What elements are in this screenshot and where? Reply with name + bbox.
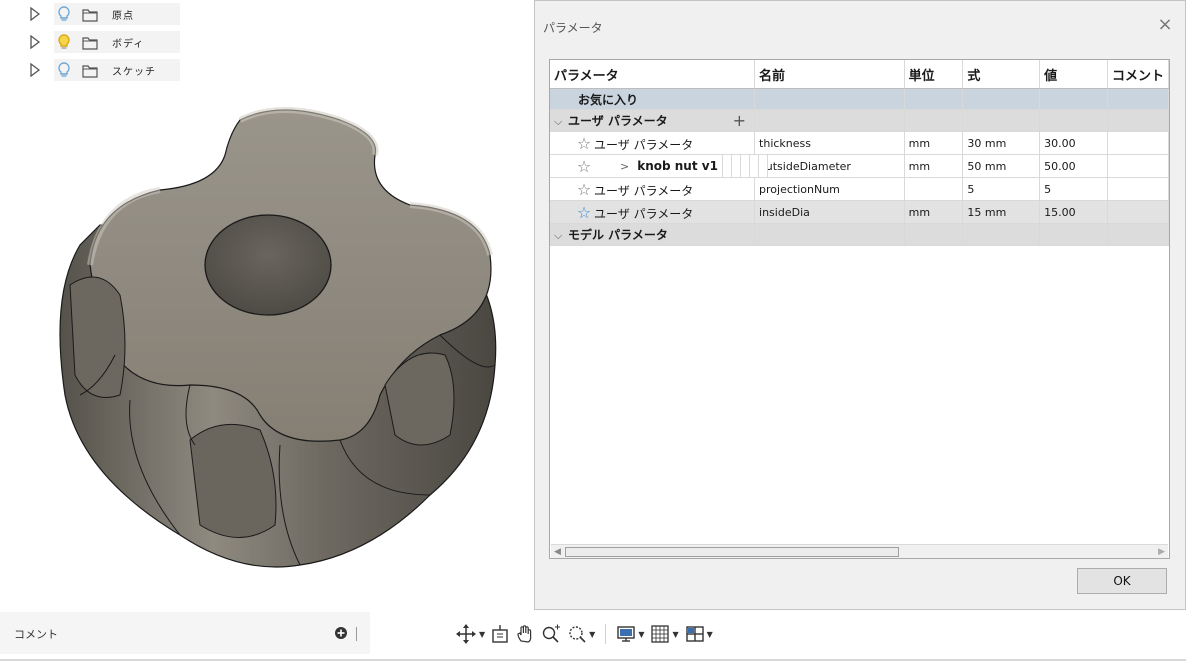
comment-label: コメント <box>14 628 58 641</box>
browser-item-label: ボディ <box>112 38 145 50</box>
model-item-row[interactable]: > knob nut v1 <box>590 155 1060 558</box>
chevron-down-icon[interactable]: ▼ <box>638 630 644 639</box>
orbit-icon <box>456 624 476 644</box>
param-name[interactable]: thickness <box>754 131 905 155</box>
browser-item-sketches[interactable]: スケッチ <box>30 56 180 84</box>
parameters-table: パラメータ 名前 単位 式 値 コメント お気に入り ⌵ユーザ パラメータ+ <box>550 60 1169 246</box>
param-unit[interactable]: mm <box>904 131 964 155</box>
look-at-tool[interactable] <box>491 624 509 644</box>
toolbar-separator <box>605 624 607 644</box>
browser-item-label: 原点 <box>112 10 134 22</box>
fit-tool[interactable]: ▼ <box>567 624 595 644</box>
parameters-dialog: パラメータ × パラメータ 名前 単位 式 値 コメント お気に入り ⌵ ユーザ… <box>534 0 1186 610</box>
navigation-toolbar: ▼ ▼ ▼ ▼ ▼ <box>455 620 713 648</box>
table-row[interactable]: ☆ ユーザ パラメータ thickness mm 30 mm 30.00 <box>550 131 1169 155</box>
chevron-down-icon[interactable]: ▼ <box>707 630 713 639</box>
browser-item-origin[interactable]: 原点 <box>30 0 180 28</box>
add-parameter-icon[interactable]: + <box>733 111 746 130</box>
zoom-window-icon <box>569 626 586 643</box>
orbit-tool[interactable]: ▼ <box>455 624 485 644</box>
param-comment[interactable] <box>1107 200 1169 224</box>
param-type: ユーザ パラメータ <box>594 137 694 152</box>
add-comment-icon[interactable] <box>334 625 348 639</box>
zoom-icon <box>542 624 561 643</box>
horizontal-scrollbar[interactable]: ◀ ▶ <box>551 544 1168 558</box>
collapse-chevron-icon[interactable]: ⌵ <box>554 229 568 243</box>
viewports-tool[interactable]: ▼ <box>685 624 713 644</box>
look-at-icon <box>492 625 508 643</box>
browser-item-label: スケッチ <box>112 66 156 78</box>
display-monitor-icon <box>617 626 636 642</box>
browser-tree: 原点 ボディ スケッチ <box>30 0 180 84</box>
expand-triangle-icon[interactable] <box>30 6 44 22</box>
column-header-parameter[interactable]: パラメータ <box>550 60 756 89</box>
param-value: 30.00 <box>1039 131 1108 155</box>
lightbulb-icon[interactable] <box>56 33 72 51</box>
ok-button[interactable]: OK <box>1077 568 1167 594</box>
close-icon[interactable]: × <box>1155 15 1175 35</box>
chevron-down-icon[interactable]: ▼ <box>672 630 678 639</box>
column-header-unit[interactable]: 単位 <box>904 60 964 89</box>
folder-icon <box>82 7 98 22</box>
bottom-divider <box>0 659 1186 661</box>
expand-triangle-icon[interactable] <box>30 34 44 50</box>
column-header-value[interactable]: 値 <box>1039 60 1108 89</box>
user-parameters-group-row[interactable]: ⌵ ユーザ パラメータ + <box>550 109 1169 132</box>
panel-divider[interactable] <box>356 627 357 641</box>
param-comment[interactable] <box>1107 131 1169 155</box>
lightbulb-icon[interactable] <box>56 61 72 79</box>
collapse-chevron-icon[interactable]: ⌵ <box>554 115 568 129</box>
favorites-label: お気に入り <box>578 92 639 107</box>
folder-icon <box>82 35 98 50</box>
dialog-title: パラメータ <box>543 21 603 35</box>
parameters-grid: パラメータ 名前 単位 式 値 コメント お気に入り ⌵ユーザ パラメータ+ <box>549 59 1170 559</box>
hand-pan-icon <box>517 625 532 643</box>
scrollbar-thumb[interactable] <box>565 547 899 557</box>
viewports-icon <box>685 626 704 642</box>
browser-item-bodies[interactable]: ボディ <box>30 28 180 56</box>
model-item-label: knob nut v1 <box>637 159 718 173</box>
knob-nut-3d-model[interactable] <box>40 95 510 585</box>
expand-chevron-icon[interactable]: > <box>620 160 629 173</box>
expand-triangle-icon[interactable] <box>30 62 44 78</box>
scroll-left-icon[interactable]: ◀ <box>554 547 561 557</box>
chevron-down-icon[interactable]: ▼ <box>589 630 595 639</box>
param-comment[interactable] <box>1107 154 1169 178</box>
param-expression[interactable]: 30 mm <box>962 131 1041 155</box>
param-comment[interactable] <box>1107 177 1169 201</box>
pan-tool[interactable] <box>515 624 535 644</box>
table-header-row: パラメータ 名前 単位 式 値 コメント <box>550 60 1169 89</box>
display-settings-tool[interactable]: ▼ <box>616 624 644 644</box>
chevron-down-icon[interactable]: ▼ <box>479 630 485 639</box>
star-icon[interactable]: ☆ <box>574 134 594 153</box>
user-group-label: ユーザ パラメータ <box>568 113 668 128</box>
column-header-comment[interactable]: コメント <box>1107 60 1169 89</box>
comment-panel: コメント <box>0 612 370 654</box>
lightbulb-icon[interactable] <box>56 5 72 23</box>
grid-settings-tool[interactable]: ▼ <box>650 624 679 644</box>
zoom-tool[interactable] <box>541 624 561 644</box>
favorites-row[interactable]: お気に入り <box>550 88 1169 110</box>
column-header-name[interactable]: 名前 <box>754 60 905 89</box>
column-header-expression[interactable]: 式 <box>962 60 1041 89</box>
scroll-right-icon[interactable]: ▶ <box>1158 547 1165 557</box>
grid-icon <box>651 625 670 643</box>
folder-icon <box>82 63 98 78</box>
